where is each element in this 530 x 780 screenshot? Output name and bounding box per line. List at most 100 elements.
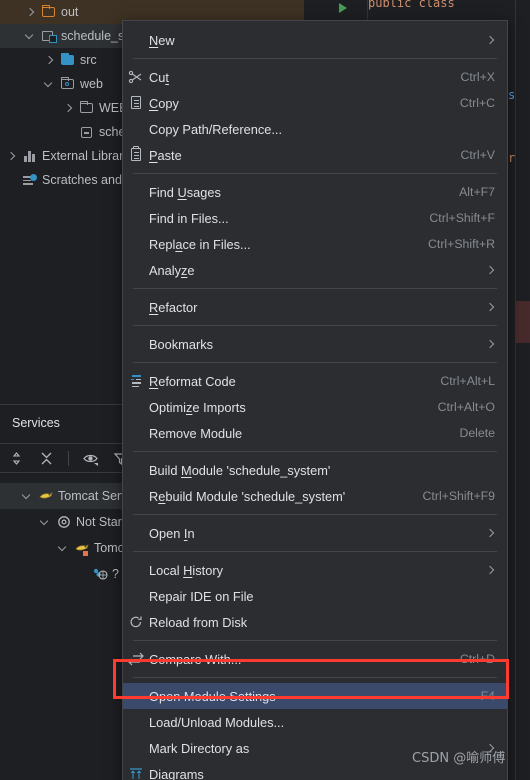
gear-icon — [56, 514, 72, 530]
menu-item-find-in-files[interactable]: Find in Files... Ctrl+Shift+F — [123, 205, 507, 231]
tree-item-label: out — [61, 5, 79, 19]
menu-item-copy-path-reference[interactable]: Copy Path/Reference... — [123, 116, 507, 142]
folder-grey-icon — [79, 100, 95, 116]
menu-item-replace-in-files[interactable]: Replace in Files... Ctrl+Shift+R — [123, 231, 507, 257]
paste-icon — [123, 142, 149, 168]
watermark: CSDN @喻师傅 — [412, 751, 506, 766]
web-folder-icon — [60, 76, 76, 92]
chevron-right-icon[interactable] — [6, 151, 17, 162]
chevron-down-icon[interactable] — [40, 517, 51, 528]
ide-screenshot: public classsPIstPr outschedule_systemsr… — [0, 0, 530, 780]
menu-item-label: Load/Unload Modules... — [149, 714, 285, 730]
chevron-right-icon — [6, 175, 17, 186]
menu-separator — [133, 288, 497, 289]
menu-separator — [133, 173, 497, 174]
menu-item-refactor[interactable]: Refactor — [123, 294, 507, 320]
reformat-icon — [123, 368, 149, 394]
menu-item-icon-slot — [123, 294, 149, 320]
menu-item-shortcut: Delete — [459, 426, 495, 440]
chevron-right-icon — [486, 529, 495, 538]
menu-item-copy[interactable]: Copy Ctrl+C — [123, 90, 507, 116]
menu-item-label: Open In — [149, 525, 195, 541]
menu-item-shortcut: Ctrl+V — [460, 148, 495, 162]
menu-item-icon-slot — [123, 583, 149, 609]
editor-error-stripe-gutter[interactable] — [516, 0, 530, 780]
menu-item-label: Copy Path/Reference... — [149, 121, 283, 137]
menu-item-icon-slot — [123, 457, 149, 483]
menu-item-label: Open Module Settings — [149, 688, 276, 704]
menu-item-open-module-settings[interactable]: Open Module Settings F4 — [123, 683, 507, 709]
services-title: Services — [12, 416, 60, 430]
menu-item-reformat-code[interactable]: Reformat Code Ctrl+Alt+L — [123, 368, 507, 394]
menu-item-icon-slot — [123, 394, 149, 420]
menu-item-icon-slot — [123, 420, 149, 446]
menu-item-new[interactable]: New — [123, 27, 507, 53]
menu-item-find-usages[interactable]: Find Usages Alt+F7 — [123, 179, 507, 205]
collapse-all-icon[interactable] — [38, 450, 55, 467]
chevron-down-icon[interactable] — [25, 31, 36, 42]
folder-orange-icon — [41, 4, 57, 20]
menu-item-build-module-schedule-system[interactable]: Build Module 'schedule_system' — [123, 457, 507, 483]
menu-item-icon-slot — [123, 735, 149, 761]
context-menu[interactable]: New Cut Ctrl+X Copy Ctrl+C Copy Path/Referenc… — [122, 20, 508, 780]
code-fragment: public class — [368, 0, 455, 10]
chevron-right-icon[interactable] — [25, 7, 36, 18]
tomcat-run-icon — [74, 540, 90, 556]
menu-item-icon-slot — [123, 683, 149, 709]
chevron-right-icon[interactable] — [44, 55, 55, 66]
menu-item-repair-ide-on-file[interactable]: Repair IDE on File — [123, 583, 507, 609]
menu-item-shortcut: Ctrl+Shift+F9 — [422, 489, 495, 503]
menu-item-label: Bookmarks — [149, 336, 214, 352]
xml-file-icon — [79, 124, 95, 140]
menu-item-icon-slot — [123, 257, 149, 283]
menu-separator — [133, 551, 497, 552]
error-stripe-marker[interactable] — [516, 301, 530, 343]
menu-item-analyze[interactable]: Analyze — [123, 257, 507, 283]
menu-item-label: Refactor — [149, 299, 198, 315]
show-hide-icon[interactable] — [82, 450, 99, 467]
menu-item-icon-slot — [123, 116, 149, 142]
menu-item-label: New — [149, 32, 175, 48]
menu-item-remove-module[interactable]: Remove Module Delete — [123, 420, 507, 446]
menu-item-shortcut: Ctrl+D — [459, 652, 495, 666]
chevron-down-icon[interactable] — [22, 491, 33, 502]
menu-item-icon-slot — [123, 331, 149, 357]
menu-separator — [133, 451, 497, 452]
editor-stripe-divider — [515, 0, 516, 780]
menu-item-label: Paste — [149, 147, 182, 163]
menu-item-paste[interactable]: Paste Ctrl+V — [123, 142, 507, 168]
run-gutter-icon[interactable] — [339, 3, 347, 13]
menu-item-bookmarks[interactable]: Bookmarks — [123, 331, 507, 357]
menu-item-optimize-imports[interactable]: Optimize Imports Ctrl+Alt+O — [123, 394, 507, 420]
chevron-down-icon[interactable] — [58, 543, 69, 554]
menu-item-label: Diagrams — [149, 766, 204, 780]
menu-item-label: Build Module 'schedule_system' — [149, 462, 331, 478]
menu-item-rebuild-module-schedule-system[interactable]: Rebuild Module 'schedule_system' Ctrl+Shi… — [123, 483, 507, 509]
chevron-right-icon — [486, 266, 495, 275]
toolbar-divider — [68, 450, 69, 466]
expand-collapse-icon[interactable] — [8, 450, 25, 467]
menu-separator — [133, 640, 497, 641]
tree-item-label: web — [80, 77, 103, 91]
menu-item-compare-with[interactable]: Compare With... Ctrl+D — [123, 646, 507, 672]
menu-item-shortcut: Alt+F7 — [459, 185, 495, 199]
tomcat-icon — [38, 488, 54, 504]
chevron-right-icon — [486, 340, 495, 349]
menu-item-icon-slot — [123, 520, 149, 546]
chevron-right-icon — [63, 127, 74, 138]
menu-item-open-in[interactable]: Open In — [123, 520, 507, 546]
menu-item-load-unload-modules[interactable]: Load/Unload Modules... — [123, 709, 507, 735]
menu-separator — [133, 58, 497, 59]
chevron-down-icon[interactable] — [44, 79, 55, 90]
menu-item-reload-from-disk[interactable]: Reload from Disk — [123, 609, 507, 635]
menu-item-icon-slot — [123, 27, 149, 53]
menu-item-shortcut: F4 — [480, 689, 495, 703]
menu-item-shortcut: Ctrl+Alt+L — [440, 374, 495, 388]
menu-item-local-history[interactable]: Local History — [123, 557, 507, 583]
menu-item-icon-slot — [123, 179, 149, 205]
menu-item-cut[interactable]: Cut Ctrl+X — [123, 64, 507, 90]
chevron-right-icon — [76, 569, 87, 580]
chevron-right-icon[interactable] — [63, 103, 74, 114]
menu-separator — [133, 677, 497, 678]
chevron-right-icon — [486, 303, 495, 312]
